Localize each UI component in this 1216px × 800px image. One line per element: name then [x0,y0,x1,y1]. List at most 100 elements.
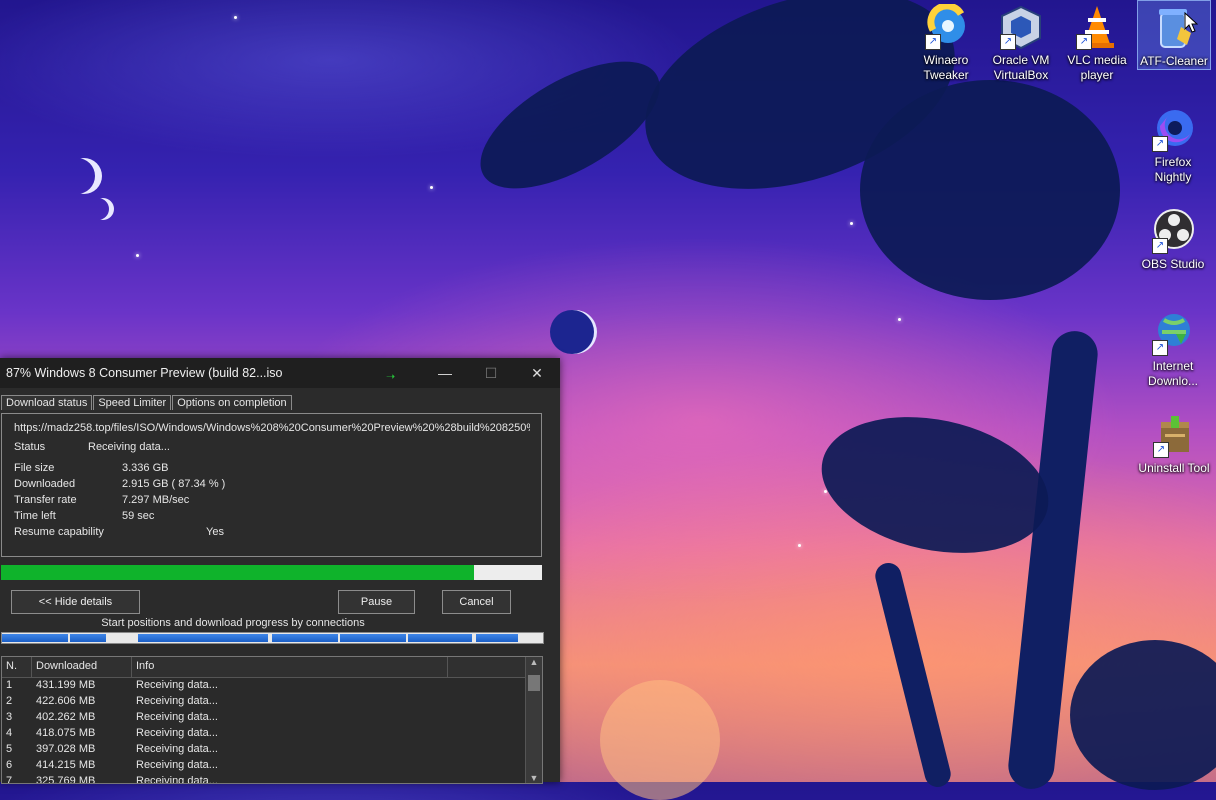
transfer-rate-label: Transfer rate [14,494,77,506]
desktop-icon-atf-cleaner[interactable]: ATF-Cleaner [1137,0,1211,70]
desktop-icon-label: Oracle VM [992,53,1050,67]
resume-capability-value: Yes [206,526,224,538]
connection-segment [408,634,472,642]
cell-info: Receiving data... [136,711,218,723]
vlc-cone-icon: ↗ [1074,4,1120,50]
moon-blue-planet [550,310,594,354]
internet-download-manager-icon: ↗ [1150,310,1196,356]
column-header-info[interactable]: Info [132,657,448,677]
cell-downloaded: 422.606 MB [36,695,96,707]
desktop-icon-label: Firefox [1154,155,1192,169]
table-row[interactable]: 4 418.075 MB Receiving data... [2,726,542,742]
close-button[interactable]: ✕ [514,358,560,388]
star [234,16,237,19]
download-url: https://madz258.top/files/ISO/Windows/Wi… [14,422,530,434]
connections-list[interactable]: N. Downloaded Info 1 431.199 MB Receiving … [1,656,543,784]
green-arrow-icon: ➝ [386,371,396,383]
hide-details-button[interactable]: << Hide details [11,590,140,614]
pause-button[interactable]: Pause [338,590,415,614]
table-row[interactable]: 5 397.028 MB Receiving data... [2,742,542,758]
virtualbox-icon: ↗ [998,4,1044,50]
desktop-icon-vlc[interactable]: ↗ VLC media player [1061,4,1133,83]
connection-segment [340,634,406,642]
column-header-downloaded[interactable]: Downloaded [32,657,132,677]
shortcut-arrow-icon: ↗ [1076,34,1092,50]
connections-caption: Start positions and download progress by… [101,617,365,629]
table-row[interactable]: 6 414.215 MB Receiving data... [2,758,542,774]
cell-info: Receiving data... [136,775,218,784]
desktop-icon-label: OBS Studio [1141,257,1205,271]
star [850,222,853,225]
cell-info: Receiving data... [136,759,218,771]
connection-segment [2,634,68,642]
desktop-icon-label: Nightly [1154,170,1192,184]
star [898,318,901,321]
shortcut-arrow-icon: ↗ [1153,442,1169,458]
table-row[interactable]: 2 422.606 MB Receiving data... [2,694,542,710]
cell-downloaded: 397.028 MB [36,743,96,755]
table-row[interactable]: 1 431.199 MB Receiving data... [2,678,542,694]
transfer-rate-value: 7.297 MB/sec [122,494,190,506]
cell-downloaded: 418.075 MB [36,727,96,739]
desktop-icon-firefox-nightly[interactable]: ↗ Firefox Nightly [1137,106,1209,185]
shortcut-arrow-icon: ↗ [1152,340,1168,356]
palm-trunk [872,560,954,790]
scrollbar-thumb[interactable] [528,675,540,691]
status-value: Receiving data... [88,441,170,453]
connection-segment [138,634,268,642]
file-size-value: 3.336 GB [122,462,169,474]
tab-speed-limiter[interactable]: Speed Limiter [93,395,172,410]
cell-downloaded: 402.262 MB [36,711,96,723]
resume-capability-label: Resume capability [14,526,104,538]
moon-crescent [66,158,102,194]
tab-strip: Download status Speed Limiter Options on… [1,395,293,410]
table-row[interactable]: 3 402.262 MB Receiving data... [2,710,542,726]
cell-n: 3 [6,711,13,723]
cell-n: 6 [6,759,13,771]
window-title: 87% Windows 8 Consumer Preview (build 82… [6,366,283,380]
desktop-icon-obs-studio[interactable]: ↗ OBS Studio [1137,208,1209,272]
file-size-label: File size [14,462,55,474]
title-bar[interactable]: 87% Windows 8 Consumer Preview (build 82… [0,358,560,388]
cancel-button[interactable]: Cancel [442,590,511,614]
desktop-icon-virtualbox[interactable]: ↗ Oracle VM VirtualBox [985,4,1057,83]
obs-studio-icon: ↗ [1150,208,1196,254]
vertical-scrollbar[interactable]: ▲ ▼ [525,657,542,783]
cell-n: 2 [6,695,13,707]
tab-options-on-completion[interactable]: Options on completion [172,395,292,410]
moon-crescent-small [92,198,114,220]
cell-info: Receiving data... [136,695,218,707]
desktop-icon-label: Uninstall Tool [1138,461,1210,475]
connection-segment [70,634,106,642]
palm-leaves [1070,640,1216,790]
winaero-icon: ↗ [923,2,969,50]
shortcut-arrow-icon: ↗ [1152,238,1168,254]
connections-rows: 1 431.199 MB Receiving data... 2 422.606 MB R… [2,678,542,784]
scroll-up-icon[interactable]: ▲ [526,657,542,667]
tab-download-status[interactable]: Download status [1,395,93,410]
desktop-icon-label: Tweaker [923,68,969,82]
cell-n: 1 [6,679,13,691]
uninstall-tool-icon: ↗ [1151,412,1197,458]
moon-sunset [600,680,720,800]
desktop-icon-label: player [1080,68,1114,82]
cell-downloaded: 325.769 MB [36,775,96,784]
maximize-button[interactable]: ☐ [468,358,514,388]
desktop-icon-winaero-tweaker[interactable]: ↗ Winaero Tweaker [910,2,982,83]
desktop-icon-label: Downlo... [1147,374,1199,388]
cell-info: Receiving data... [136,727,218,739]
mouse-cursor-icon [1184,11,1199,38]
desktop-icon-internet-download-manager[interactable]: ↗ Internet Downlo... [1137,310,1209,389]
time-left-label: Time left [14,510,56,522]
progress-fill [1,565,474,580]
table-row[interactable]: 7 325.769 MB Receiving data... [2,774,542,784]
desktop-icon-uninstall-tool[interactable]: ↗ Uninstall Tool [1137,412,1211,476]
star [136,254,139,257]
connection-segment [476,634,518,642]
palm-leaves [860,80,1120,300]
minimize-button[interactable]: — [422,358,468,388]
desktop-icon-label: Winaero [923,53,969,67]
connections-list-header: N. Downloaded Info [2,657,542,678]
column-header-n[interactable]: N. [2,657,32,677]
connections-progress-bar [1,632,544,644]
